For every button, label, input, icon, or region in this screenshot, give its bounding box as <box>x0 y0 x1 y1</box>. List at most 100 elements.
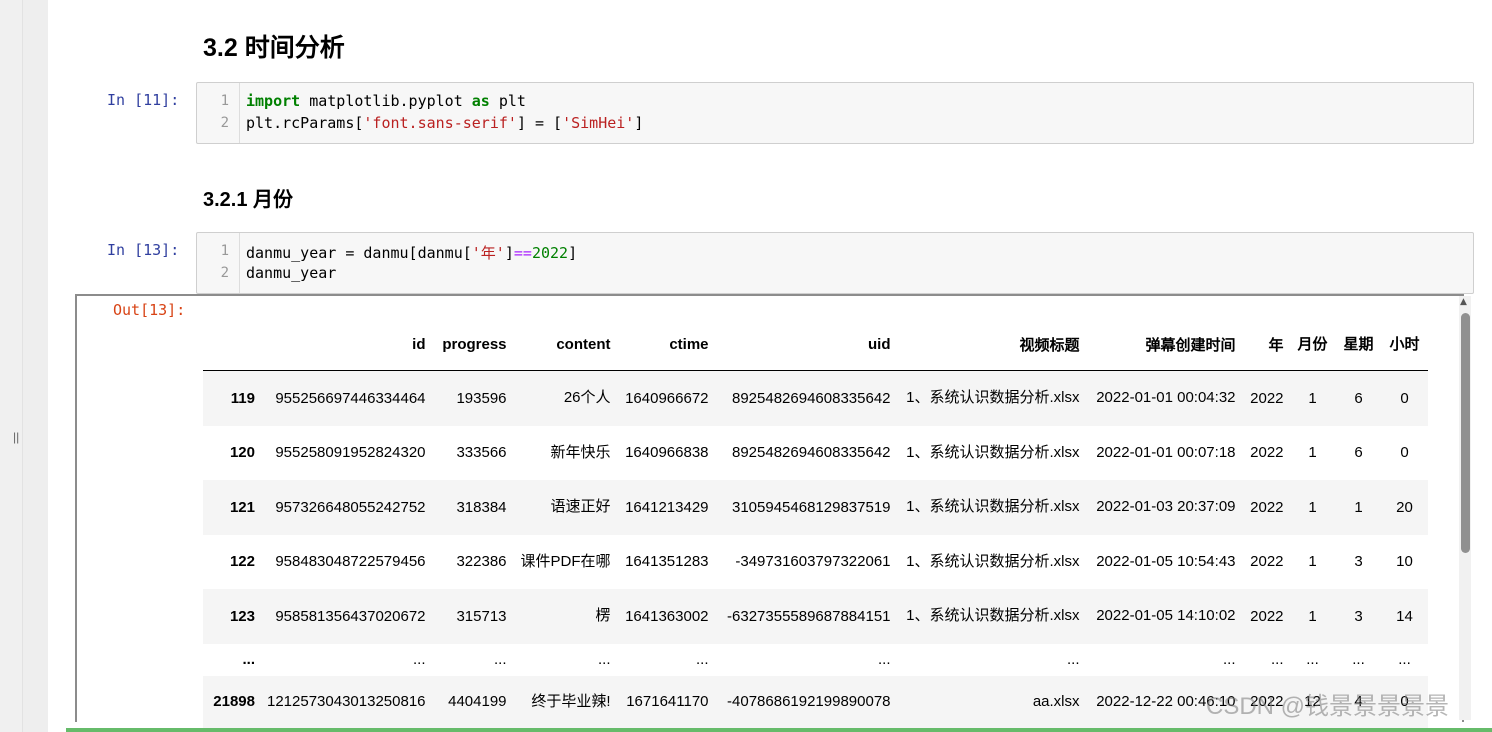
cell-progress: 315713 <box>456 607 507 625</box>
column-header-uid: uid <box>714 318 897 371</box>
column-header-id: id <box>261 318 432 371</box>
cell-year: 2022 <box>1250 498 1284 516</box>
cell-month: ... <box>1289 643 1336 676</box>
row-index: 120 <box>229 444 255 462</box>
out-prompt: Out[13]: <box>113 301 186 319</box>
code-line: danmu_year <box>246 264 337 282</box>
cell-id: 958581356437020672 <box>275 607 426 625</box>
cell-uid: 8925482694608335642 <box>732 444 891 462</box>
cell-progress: 318384 <box>456 498 507 516</box>
cell-video-title: aa.xlsx <box>896 675 1086 728</box>
column-header-hour: 小时 <box>1381 318 1428 371</box>
cell-hour: 20 <box>1396 498 1413 516</box>
line-number-gutter: 1 2 <box>197 83 240 143</box>
cell-year: 2022 <box>1250 553 1284 571</box>
row-index: 119 <box>230 389 255 407</box>
cell-uid: 8925482694608335642 <box>732 389 891 407</box>
cell-created-time: 2022-01-01 00:07:18 <box>1096 443 1236 461</box>
code-line: danmu_year = danmu[danmu['年']==2022] <box>246 244 578 262</box>
row-index: 121 <box>229 498 255 516</box>
cell-created-time: 2022-01-01 00:04:32 <box>1096 389 1236 407</box>
cell-video-title: 1、系统认识数据分析.xlsx <box>906 389 1080 407</box>
cell-year: 2022 <box>1250 444 1284 462</box>
left-gutter <box>0 0 22 732</box>
line-number: 1 <box>220 93 229 109</box>
cell-ctime: 1671641170 <box>616 675 715 728</box>
cell-hour: 0 <box>1400 444 1409 462</box>
cell-ctime: 1640966838 <box>625 444 709 462</box>
cell-created-time: 2022-01-05 14:10:02 <box>1096 607 1236 625</box>
cell-hour: 10 <box>1396 553 1413 571</box>
dataframe-table: id progress content ctime uid 视频标题 弹幕创建时… <box>203 318 1428 728</box>
row-index: ... <box>203 643 261 676</box>
cell-content: 终于毕业辣! <box>512 675 617 728</box>
line-number: 1 <box>220 243 229 259</box>
code-line: plt.rcParams['font.sans-serif'] = ['SimH… <box>246 114 644 132</box>
cell-created-time: ... <box>1085 643 1242 676</box>
cell-13-prompt: In [13]: <box>107 241 180 259</box>
code-cell-13[interactable]: 1 2 danmu_year = danmu[danmu['年']==2022]… <box>196 232 1474 294</box>
cell-content: 语速正好 <box>550 498 611 516</box>
code-cell-11[interactable]: 1 2 import matplotlib.pyplot as plt plt.… <box>196 82 1474 144</box>
table-row: 121 957326648055242752 318384 语速正好 16412… <box>203 480 1428 535</box>
cell-weekday: 1 <box>1354 498 1363 516</box>
cell-created-time: 2022-01-03 20:37:09 <box>1096 498 1236 516</box>
cell-progress: ... <box>431 643 513 676</box>
cell-content: ... <box>512 643 617 676</box>
cell-ctime: 1641363002 <box>625 607 709 625</box>
cell-11-prompt: In [11]: <box>107 91 180 109</box>
cell-content: 课件PDF在哪 <box>520 552 611 570</box>
cell-progress: 193596 <box>456 389 507 407</box>
cell-content: 楞 <box>595 607 611 625</box>
column-header-created-time: 弹幕创建时间 <box>1085 318 1242 371</box>
cell-month: 1 <box>1308 553 1317 571</box>
column-header-content: content <box>512 318 617 371</box>
output-scrollbar-thumb[interactable] <box>1461 313 1470 553</box>
line-number: 2 <box>220 265 229 281</box>
cell-content: 26个人 <box>563 389 611 407</box>
cell-hour: ... <box>1381 643 1428 676</box>
cell-month: 1 <box>1308 389 1317 407</box>
cell-hour: 14 <box>1396 607 1413 625</box>
cell-month: 1 <box>1308 498 1317 516</box>
cell-weekday: 3 <box>1354 607 1363 625</box>
cell-id: 958483048722579456 <box>275 553 426 571</box>
cell-content: 新年快乐 <box>550 443 611 461</box>
column-header-video-title: 视频标题 <box>896 318 1086 371</box>
column-header-ctime: ctime <box>616 318 715 371</box>
cell-weekday: ... <box>1335 643 1382 676</box>
cell-year: ... <box>1241 643 1290 676</box>
cell-video-title: 1、系统认识数据分析.xlsx <box>906 552 1080 570</box>
cell-uid: -349731603797322061 <box>735 553 891 571</box>
row-index: 21898 <box>203 675 261 728</box>
column-header-month: 月份 <box>1289 318 1336 371</box>
column-header-index <box>203 318 261 371</box>
cell-progress: 333566 <box>456 444 507 462</box>
column-header-progress: progress <box>431 318 513 371</box>
table-row: 120 955258091952824320 333566 新年快乐 16409… <box>203 426 1428 481</box>
cell-ctime: ... <box>616 643 715 676</box>
cell-uid: -4078686192199890078 <box>714 675 897 728</box>
watermark: CSDN @钱景景景景景 <box>1206 693 1450 720</box>
row-index: 123 <box>229 607 255 625</box>
cell-month: 1 <box>1308 444 1317 462</box>
scroll-up-arrow-icon[interactable]: ▲ <box>1460 297 1467 307</box>
cell-id: ... <box>261 643 432 676</box>
code-line: import matplotlib.pyplot as plt <box>246 92 526 110</box>
cell-uid: 3105945468129837519 <box>732 498 891 516</box>
cell-hour: 0 <box>1400 389 1409 407</box>
cell-ctime: 1641213429 <box>625 498 709 516</box>
cell-month: 1 <box>1308 607 1317 625</box>
column-header-year: 年 <box>1241 318 1290 371</box>
cell-id: 955256697446334464 <box>275 389 426 407</box>
splitter-handle[interactable]: || <box>13 430 19 444</box>
cell-ctime: 1640966672 <box>625 389 709 407</box>
cell-uid: ... <box>714 643 897 676</box>
cell-video-title: 1、系统认识数据分析.xlsx <box>906 607 1080 625</box>
cell-progress: 4404199 <box>431 675 513 728</box>
table-row-ellipsis: ... ... ... ... ... ... ... ... ... ... … <box>203 643 1428 676</box>
cell-id: 955258091952824320 <box>275 444 426 462</box>
cell-video-title: 1、系统认识数据分析.xlsx <box>906 443 1080 461</box>
cell-ctime: 1641351283 <box>625 553 709 571</box>
cell-video-title: ... <box>896 643 1086 676</box>
